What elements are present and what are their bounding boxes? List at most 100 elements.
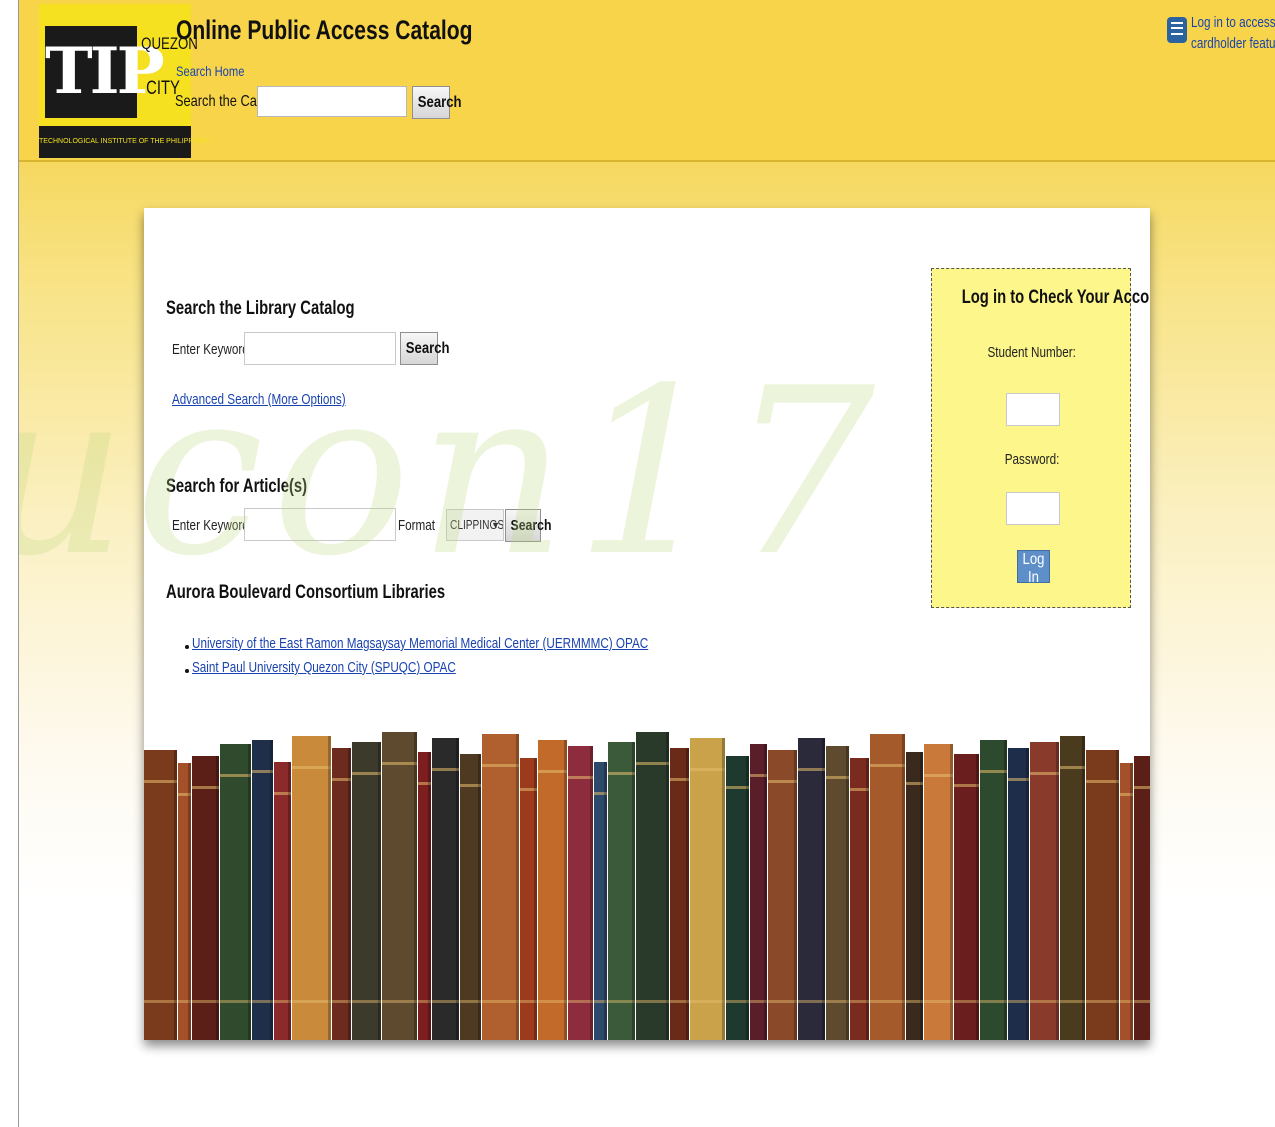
book-band xyxy=(1008,778,1029,781)
book-spine xyxy=(636,732,669,1040)
search-home-link[interactable]: Search Home xyxy=(176,63,262,79)
format-select[interactable]: CLIPPINGS ▼ xyxy=(446,509,504,541)
book-band xyxy=(352,1000,381,1003)
book-spine xyxy=(980,740,1007,1040)
search-home-link-label: Search Home xyxy=(176,63,245,79)
book-spine xyxy=(538,740,567,1040)
book-band xyxy=(292,1000,331,1003)
book-spine xyxy=(1086,750,1119,1040)
book-shadow xyxy=(270,740,273,1040)
book-band xyxy=(870,764,905,767)
book-band xyxy=(568,776,593,779)
book-shadow xyxy=(456,738,459,1040)
book-spine xyxy=(1008,748,1029,1040)
login-link-line2: cardholder features xyxy=(1191,35,1275,52)
book-shadow xyxy=(794,750,797,1040)
book-shadow xyxy=(1026,748,1029,1040)
book-band xyxy=(980,770,1007,773)
book-band xyxy=(1060,766,1085,769)
book-band xyxy=(460,784,481,787)
book-band xyxy=(292,766,331,769)
book-band xyxy=(460,1000,481,1003)
book-spine xyxy=(924,744,953,1040)
student-number-label: Student Number: xyxy=(987,344,1077,361)
book-band xyxy=(608,1000,635,1003)
id-card-icon[interactable] xyxy=(1167,17,1187,43)
catalog-search-button[interactable]: Search xyxy=(400,332,450,365)
book-spine xyxy=(482,734,519,1040)
book-shadow xyxy=(822,738,825,1040)
consortium-link-spuqc[interactable]: Saint Paul University Quezon City (SPUQC… xyxy=(192,659,456,676)
book-spine xyxy=(220,744,251,1040)
book-band xyxy=(954,1000,979,1003)
advanced-search-link[interactable]: Advanced Search (More Options) xyxy=(172,391,346,408)
bookshelf-banner xyxy=(144,732,1150,1040)
book-band xyxy=(538,1000,567,1003)
login-button[interactable]: Log In xyxy=(1017,550,1050,586)
book-band xyxy=(726,1000,749,1003)
login-link-line1: Log in to access xyxy=(1191,14,1275,31)
logo-tagline: TECHNOLOGICAL INSTITUTE OF THE PHILIPPIN… xyxy=(39,126,209,158)
catalog-search-heading: Search the Library Catalog xyxy=(166,298,355,319)
book-band xyxy=(1086,1000,1119,1003)
book-shadow xyxy=(174,750,177,1040)
book-band xyxy=(144,780,177,783)
book-band xyxy=(220,774,251,777)
book-band xyxy=(690,768,725,771)
header-search-button[interactable]: Search xyxy=(412,86,462,119)
book-band xyxy=(636,762,669,765)
book-band xyxy=(432,768,459,771)
book-shadow xyxy=(564,740,567,1040)
book-shadow xyxy=(516,734,519,1040)
password-field[interactable] xyxy=(1006,492,1060,525)
book-shadow xyxy=(328,736,331,1040)
article-search-button[interactable]: Search xyxy=(505,509,552,542)
book-spine xyxy=(1060,736,1085,1040)
book-band xyxy=(1134,1000,1150,1003)
login-box: Log in to Check Your Account Student Num… xyxy=(931,268,1150,608)
book-shadow xyxy=(746,756,749,1040)
book-shadow xyxy=(902,734,905,1040)
book-shadow xyxy=(604,762,607,1040)
book-shadow xyxy=(976,754,979,1040)
login-box-title: Log in to Check Your Account xyxy=(961,287,1150,308)
login-access-link[interactable]: Log in to access cardholder features xyxy=(1191,12,1275,54)
book-band xyxy=(252,770,273,773)
consortium-link-uermmmc[interactable]: University of the East Ramon Magsaysay M… xyxy=(192,635,648,652)
book-shadow xyxy=(378,742,381,1040)
book-shadow xyxy=(1130,763,1133,1040)
tip-logo[interactable]: TIP QUEZON CITY TECHNOLOGICAL INSTITUTE … xyxy=(39,4,209,158)
site-header: TIP QUEZON CITY TECHNOLOGICAL INSTITUTE … xyxy=(19,0,1275,162)
book-band xyxy=(768,780,797,783)
student-number-field[interactable] xyxy=(1006,393,1060,426)
book-band xyxy=(482,1000,519,1003)
book-shadow xyxy=(950,744,953,1040)
book-shadow xyxy=(1004,740,1007,1040)
page-title: Online Public Access Catalog xyxy=(176,15,473,45)
book-band xyxy=(980,1000,1007,1003)
book-shadow xyxy=(686,748,689,1040)
book-shadow xyxy=(632,742,635,1040)
header-search-input[interactable] xyxy=(257,86,407,117)
book-band xyxy=(382,762,417,765)
book-shadow xyxy=(1082,736,1085,1040)
catalog-keyword-input[interactable] xyxy=(244,332,396,365)
book-band xyxy=(798,768,825,771)
book-band xyxy=(726,786,749,789)
book-band xyxy=(352,772,381,775)
article-keyword-input[interactable] xyxy=(244,508,396,541)
book-band xyxy=(252,1000,273,1003)
book-band xyxy=(1008,1000,1029,1003)
book-band xyxy=(382,1000,417,1003)
book-band xyxy=(538,770,567,773)
book-shadow xyxy=(1116,750,1119,1040)
chevron-down-icon: ▼ xyxy=(491,520,500,530)
book-band xyxy=(1060,1000,1085,1003)
book-shadow xyxy=(590,746,593,1040)
book-band xyxy=(826,1000,849,1003)
book-spine xyxy=(144,750,177,1040)
bullet-icon xyxy=(185,669,189,673)
book-spine xyxy=(608,742,635,1040)
content-panel: Search the Library Catalog Enter Keyword… xyxy=(144,208,1150,1040)
book-shadow xyxy=(216,756,219,1040)
